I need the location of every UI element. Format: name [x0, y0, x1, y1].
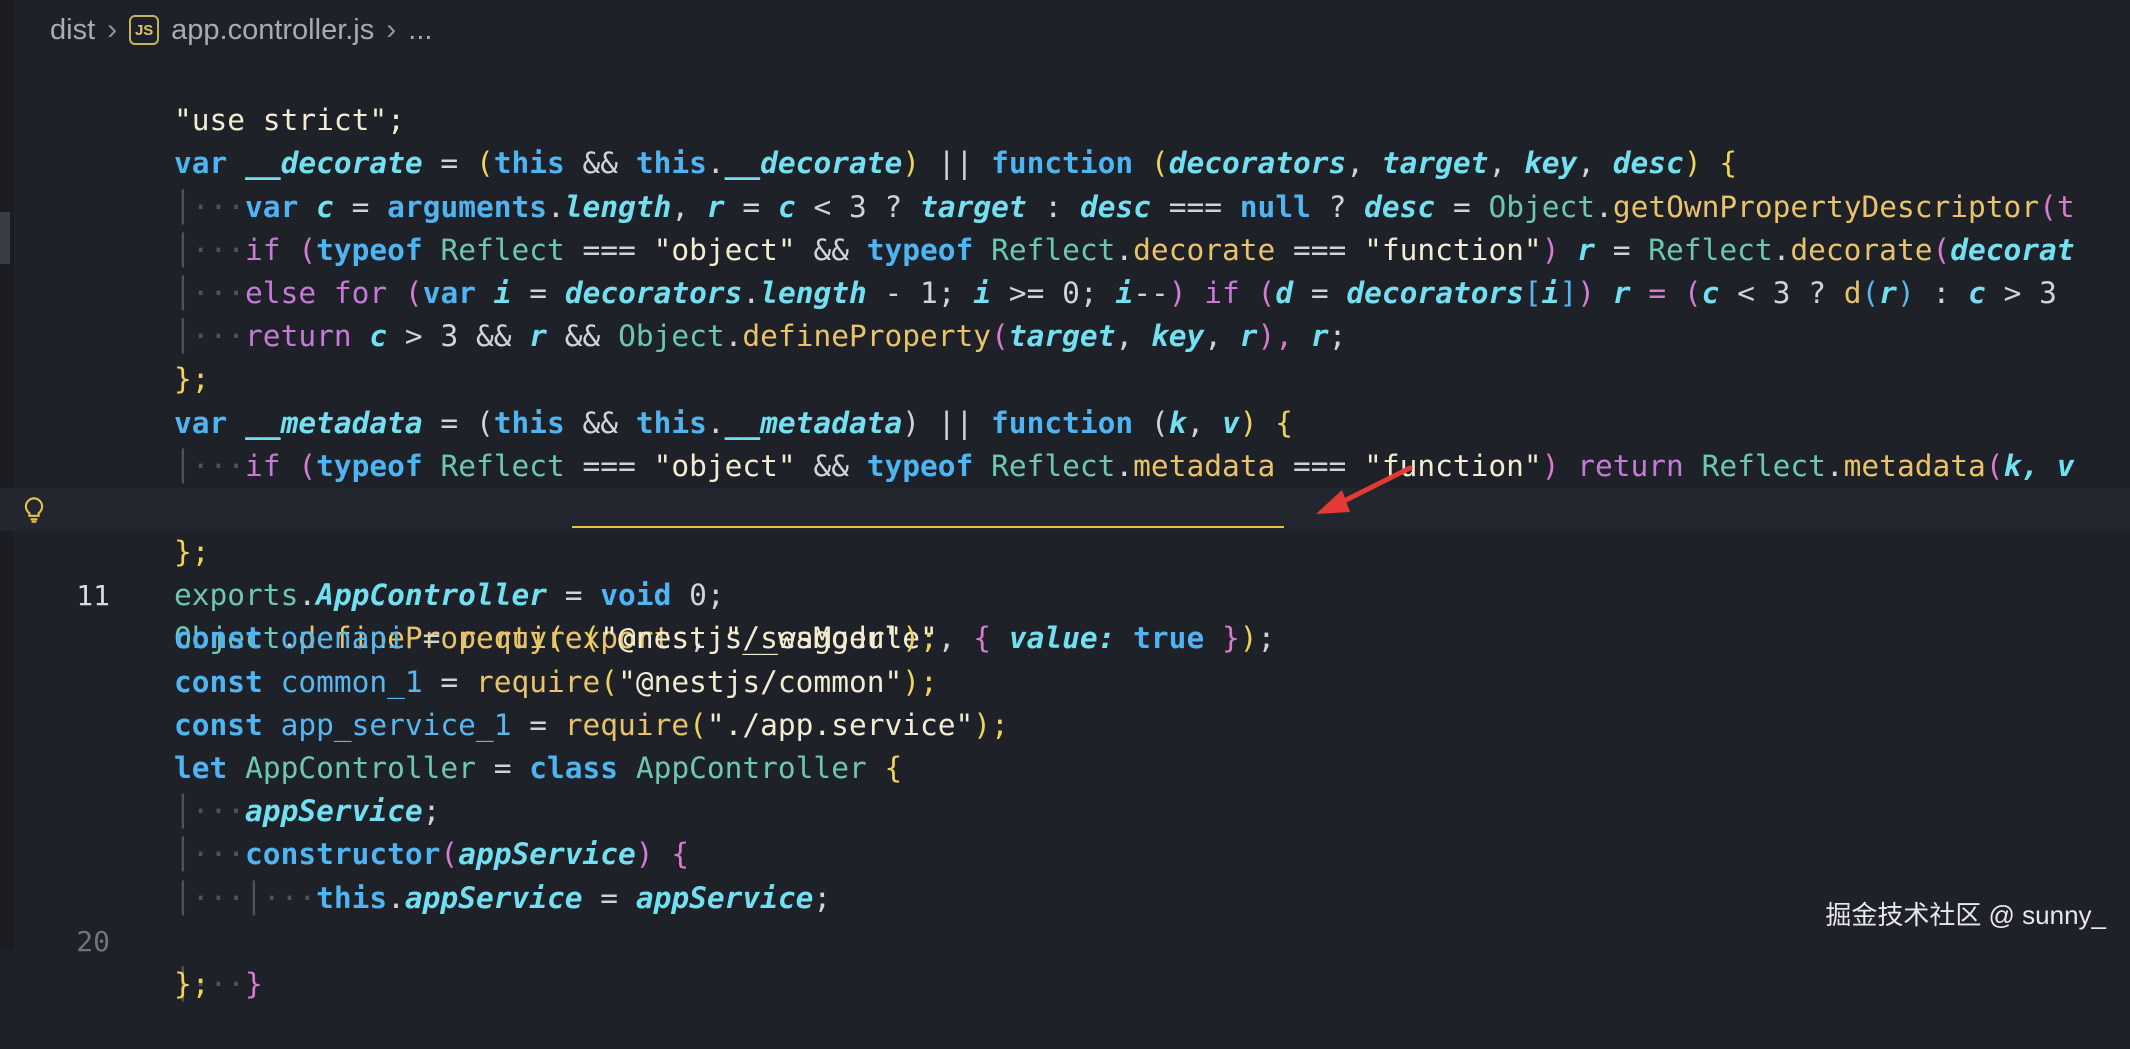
lightbulb-icon[interactable] [20, 496, 48, 524]
code-line: }; [0, 920, 2130, 1001]
js-file-icon: JS [129, 15, 160, 45]
code-line: exports.AppController = void 0; [0, 531, 2130, 612]
chevron-right-icon: › [386, 13, 397, 46]
code-line-current: 11 Object.defineProperty(exports, "__esM… [0, 487, 2130, 655]
code-line: let AppController = class AppController … [0, 704, 2130, 785]
breadcrumb: dist › JS app.controller.js › ... [50, 6, 432, 54]
watermark: 掘金技术社区 @ sunny_ [1825, 900, 2106, 930]
code-line: │···if (typeof Reflect === "object" && t… [0, 186, 2130, 267]
code-line: 10 }; [0, 445, 2130, 569]
code-line: 20 │···} [0, 877, 2130, 1001]
code-line: │···│···this.appService = appService; [0, 833, 2130, 915]
code-line: const app_service_1 = require("./app.ser… [0, 661, 2130, 742]
breadcrumb-file[interactable]: app.controller.js [171, 14, 374, 47]
code-editor[interactable]: "use strict"; var __decorate = (this && … [0, 56, 2130, 1001]
code-line: │···appService; [0, 747, 2130, 828]
code-line: "use strict"; [0, 56, 2130, 137]
code-line: var __metadata = (this && this.__metadat… [0, 358, 2130, 440]
chevron-right-icon: › [107, 13, 118, 46]
bracket-match-highlight [572, 494, 1284, 528]
code-line: const openapi = require("@nestjs/swagger… [0, 574, 2130, 655]
code-line: │···constructor(appService) { [0, 790, 2130, 871]
code-line: var __decorate = (this && this.__decorat… [0, 99, 2130, 180]
breadcrumb-more[interactable]: ... [408, 14, 432, 47]
code-line: │···var c = arguments.length, r = c < 3 … [0, 142, 2130, 224]
code-line: │···if (typeof Reflect === "object" && t… [0, 402, 2130, 483]
code-line: │···else for (var i = decorators.length … [0, 229, 2130, 310]
code-line: const common_1 = require("@nestjs/common… [0, 617, 2130, 699]
code-line: │···return c > 3 && r && Object.definePr… [0, 272, 2130, 353]
code-line: }; [0, 315, 2130, 396]
code-text: }; [174, 966, 210, 1001]
breadcrumb-folder[interactable]: dist [50, 14, 95, 47]
annotation-arrow-icon [1316, 465, 1413, 514]
